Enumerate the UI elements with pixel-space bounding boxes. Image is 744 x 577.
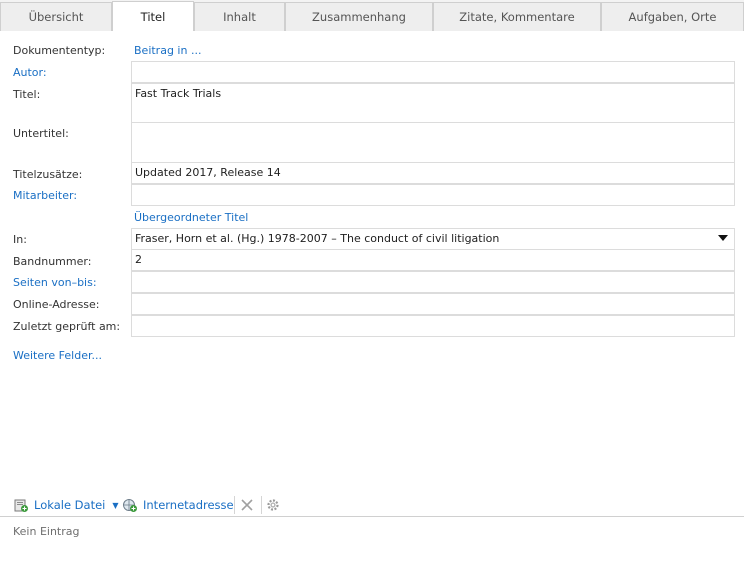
title-label: Titel:	[13, 88, 41, 101]
tab-zusammenhang[interactable]: Zusammenhang	[285, 2, 433, 31]
author-label-link[interactable]: Autor:	[13, 66, 47, 79]
attachment-list: Kein Eintrag	[0, 516, 744, 577]
tab-zitate-kommentare[interactable]: Zitate, Kommentare	[433, 2, 601, 31]
more-fields-link[interactable]: Weitere Felder...	[13, 349, 102, 362]
local-file-button[interactable]: Lokale Datei ▼	[13, 497, 119, 513]
subtitle-label: Untertitel:	[13, 127, 69, 140]
doctype-label: Dokumententyp:	[13, 44, 106, 57]
parent-title-link[interactable]: Übergeordneter Titel	[134, 211, 248, 224]
volume-field[interactable]: 2	[131, 249, 735, 271]
in-value: Fraser, Horn et al. (Hg.) 1978-2007 – Th…	[135, 232, 500, 245]
empty-attachments-text: Kein Eintrag	[13, 525, 80, 538]
pages-field[interactable]	[131, 271, 735, 293]
internet-address-label: Internetadresse	[143, 498, 234, 512]
contributors-label-link[interactable]: Mitarbeiter:	[13, 189, 77, 202]
title-value: Fast Track Trials	[135, 87, 222, 100]
caret-down-icon[interactable]: ▼	[112, 501, 118, 510]
local-file-label: Lokale Datei	[34, 498, 106, 512]
subtitle-field[interactable]	[131, 122, 735, 163]
contributors-field[interactable]	[131, 184, 735, 206]
title-suffix-label: Titelzusätze:	[13, 168, 83, 181]
title-field[interactable]: Fast Track Trials	[131, 83, 735, 123]
tab-titel[interactable]: Titel	[112, 1, 194, 31]
author-field[interactable]	[131, 61, 735, 83]
toolbar-divider-2	[261, 496, 262, 514]
tab-aufgaben-orte[interactable]: Aufgaben, Orte	[601, 2, 744, 31]
tab-inhalt[interactable]: Inhalt	[194, 2, 285, 31]
gear-icon	[267, 499, 279, 511]
volume-label: Bandnummer:	[13, 255, 92, 268]
delete-button[interactable]	[240, 498, 254, 512]
add-link-icon	[123, 499, 137, 512]
volume-value: 2	[135, 253, 142, 266]
tab-uebersicht[interactable]: Übersicht	[0, 2, 112, 31]
in-label: In:	[13, 233, 27, 246]
last-checked-label: Zuletzt geprüft am:	[13, 320, 121, 333]
settings-button[interactable]	[266, 498, 280, 512]
online-address-label: Online-Adresse:	[13, 298, 100, 311]
last-checked-field[interactable]	[131, 315, 735, 337]
online-address-field[interactable]	[131, 293, 735, 315]
close-icon	[241, 499, 253, 511]
internet-address-button[interactable]: Internetadresse	[122, 497, 234, 513]
chevron-down-icon[interactable]	[718, 235, 728, 241]
attachment-toolbar: Lokale Datei ▼ Internetadresse	[0, 494, 744, 516]
title-suffix-field[interactable]: Updated 2017, Release 14	[131, 162, 735, 184]
toolbar-divider	[234, 496, 235, 514]
title-suffix-value: Updated 2017, Release 14	[135, 166, 281, 179]
doctype-link[interactable]: Beitrag in ...	[134, 44, 201, 57]
pages-label-link[interactable]: Seiten von–bis:	[13, 276, 97, 289]
tab-bar: Übersicht Titel Inhalt Zusammenhang Zita…	[0, 0, 744, 31]
in-dropdown[interactable]: Fraser, Horn et al. (Hg.) 1978-2007 – Th…	[131, 228, 735, 250]
add-file-icon	[14, 499, 28, 512]
